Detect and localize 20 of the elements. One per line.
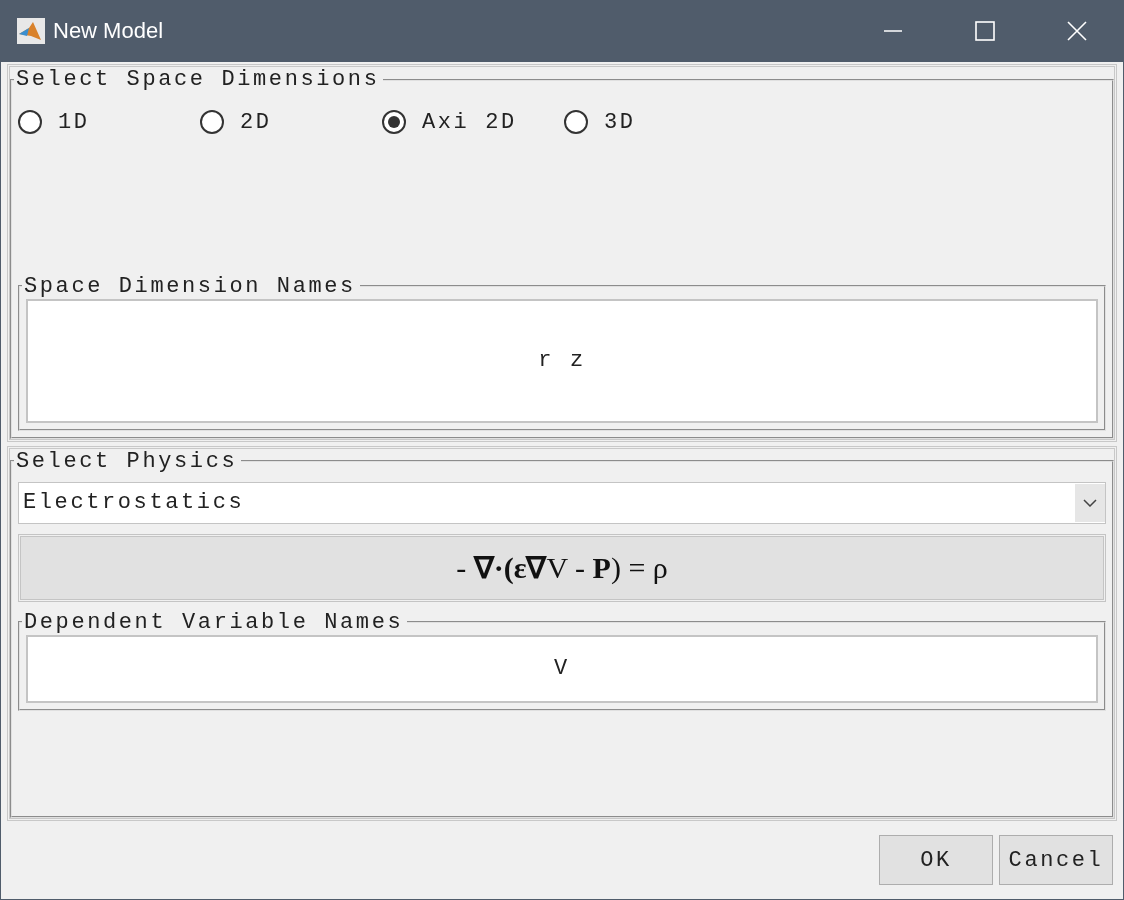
app-icon xyxy=(17,18,45,44)
input-field[interactable]: V xyxy=(26,634,1098,703)
ok-button[interactable]: OK xyxy=(879,835,993,886)
window-title: New Model xyxy=(53,18,165,44)
section-title: Dependent Variable Names xyxy=(23,609,405,635)
dimension-radio[interactable]: 1D xyxy=(18,109,200,135)
caret-icon xyxy=(1083,498,1097,507)
section-title: Select Physics xyxy=(15,448,239,474)
equation-button[interactable]: - ∇·(ε∇V - P) = ρ xyxy=(21,536,1103,599)
dimension-radio[interactable]: 2D xyxy=(200,109,382,135)
cancel-button[interactable]: Cancel xyxy=(999,835,1113,886)
physics-dropdown[interactable]: Electrostatics xyxy=(18,481,1106,524)
close-icon xyxy=(1067,21,1087,41)
maximize-icon xyxy=(975,21,995,41)
minimize-icon xyxy=(884,30,902,32)
input-field[interactable]: r z xyxy=(26,298,1098,423)
dimension-radio[interactable]: Axi 2D xyxy=(382,109,564,135)
dimension-radio[interactable]: 3D xyxy=(564,109,746,135)
section-title: Select Space Dimensions xyxy=(15,67,381,92)
section-title: Space Dimension Names xyxy=(23,273,357,299)
